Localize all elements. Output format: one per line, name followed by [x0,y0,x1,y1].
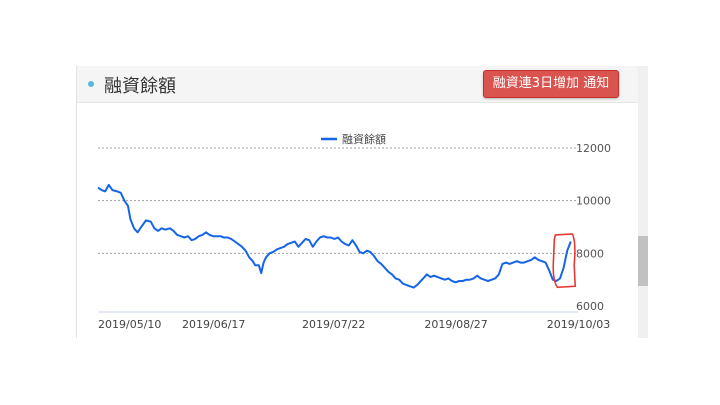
y-tick-label: 12000 [576,142,611,155]
y-tick-label: 6000 [576,300,604,313]
x-tick-label: 2019/07/22 [302,318,365,331]
x-tick-label: 2019/08/27 [424,318,487,331]
x-tick-label: 2019/10/03 [547,318,610,331]
x-tick-label: 2019/06/17 [182,318,245,331]
legend-label: 融資餘額 [342,132,386,146]
x-tick-label: 2019/05/10 [98,318,161,331]
y-tick-label: 8000 [576,247,604,260]
y-tick-label: 10000 [576,195,611,208]
margin-balance-chart: 融資餘額 6000 8000 10000 12000 2019/05/10 2019/06… [97,132,611,331]
